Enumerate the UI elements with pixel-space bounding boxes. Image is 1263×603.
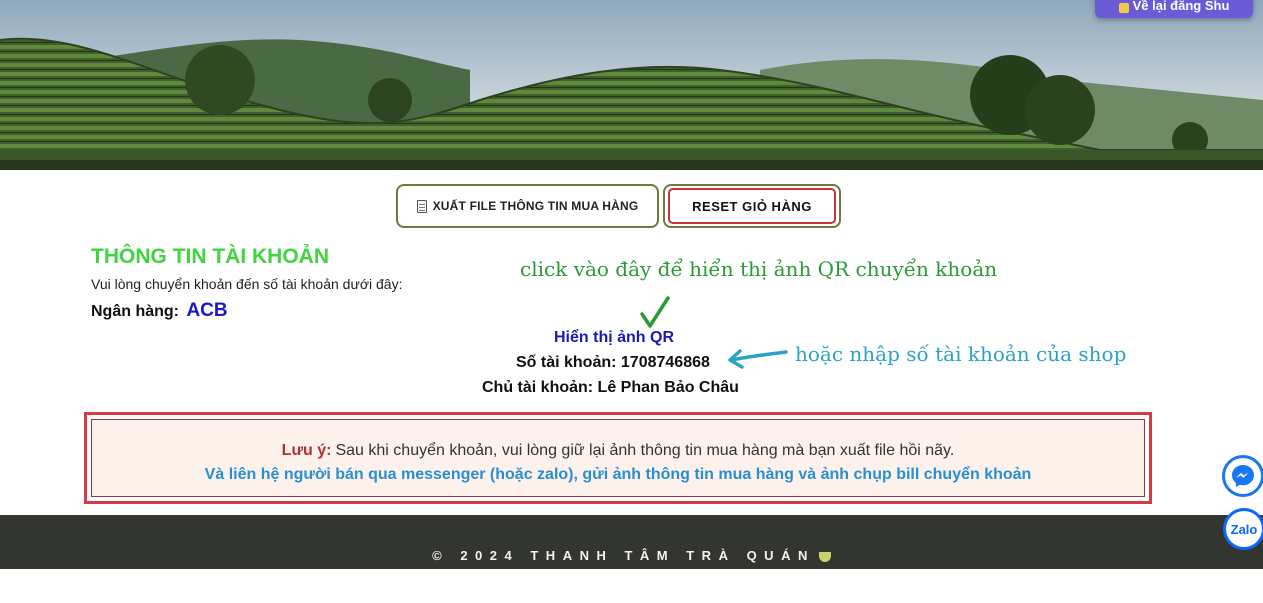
tea-hills-image [0,0,1263,170]
zalo-button[interactable]: Zalo [1223,508,1263,550]
footer: © 2024 THANH TÂM TRÀ QUÁN [0,515,1263,569]
bank-row: Ngân hàng: ACB [91,300,228,322]
document-icon [416,199,427,213]
back-button-label: Về lại đăng Shu [1132,0,1230,13]
export-purchase-info-button[interactable]: XUẤT FILE THÔNG TIN MUA HÀNG [396,184,659,228]
note-box: Lưu ý: Sau khi chuyển khoản, vui lòng giữ… [84,412,1152,504]
tea-cup-icon [1118,3,1129,13]
account-info-subtitle: Vui lòng chuyển khoản đến số tài khoản d… [91,276,403,292]
back-to-shop-button[interactable]: Về lại đăng Shu [1095,0,1253,18]
tea-cup-icon [818,551,831,562]
footer-copyright: © 2024 THANH TÂM TRÀ QUÁN [432,548,815,563]
note-inner: Lưu ý: Sau khi chuyển khoản, vui lòng giữ… [91,419,1145,497]
note-text: Sau khi chuyển khoản, vui lòng giữ lại ả… [335,442,955,459]
account-holder: Chủ tài khoản: Lê Phan Bảo Châu [482,379,739,396]
export-button-label: XUẤT FILE THÔNG TIN MUA HÀNG [432,199,639,213]
reset-cart-wrapper: RESET GIỎ HÀNG [663,184,841,228]
messenger-button[interactable] [1222,455,1263,497]
reset-cart-button[interactable]: RESET GIỎ HÀNG [668,188,836,224]
bank-label: Ngân hàng: [91,303,179,320]
note-contact: Và liên hệ người bán qua messenger (hoặc… [204,466,1032,483]
messenger-icon [1232,465,1254,487]
account-hint-annotation: hoặc nhập số tài khoản của shop [795,342,1127,366]
checkmark-icon [640,296,670,328]
qr-hint-annotation: click vào đây để hiển thị ảnh QR chuyển … [520,257,998,281]
cart-actions: XUẤT FILE THÔNG TIN MUA HÀNG RESET GIỎ H… [396,184,841,228]
note-label: Lưu ý: [281,442,332,459]
note-line: Lưu ý: Sau khi chuyển khoản, vui lòng giữ… [92,442,1144,460]
account-number: Số tài khoản: 1708746868 [516,354,710,371]
zalo-icon: Zalo [1230,521,1258,537]
bank-value: ACB [186,300,228,321]
footer-copyright-line: © 2024 THANH TÂM TRÀ QUÁN [0,548,1263,563]
hero-banner: Về lại đăng Shu [0,0,1263,170]
show-qr-link[interactable]: Hiển thị ảnh QR [554,329,674,347]
arrow-left-icon [728,349,788,369]
account-info-title: THÔNG TIN TÀI KHOẢN [91,245,329,268]
